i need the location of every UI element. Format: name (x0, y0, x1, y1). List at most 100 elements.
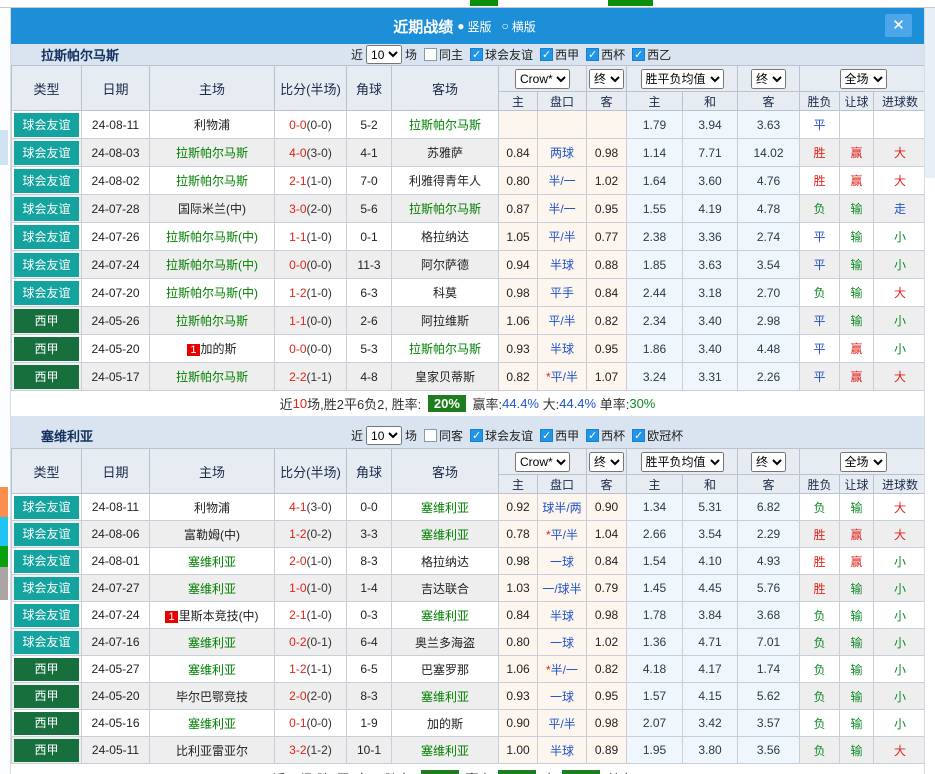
handicap-result-cell: 赢 (840, 139, 874, 167)
radio-horizontal-icon[interactable]: ○ (502, 19, 509, 33)
crow-home-odds-cell: 1.06 (499, 656, 538, 683)
league-checkbox[interactable]: ✓ (540, 48, 553, 61)
league-checkbox[interactable]: ✓ (470, 429, 483, 442)
sub-let: 让球 (840, 475, 874, 494)
date-cell: 24-05-16 (82, 710, 150, 737)
league-label[interactable]: 西杯 (601, 46, 625, 63)
avg-odds-select[interactable]: 胜平负均值 (641, 452, 724, 472)
close-icon[interactable]: ✕ (885, 14, 912, 37)
match-row: 西甲24-05-16塞维利亚0-1(0-0)1-9加的斯0.90平/半0.982… (12, 710, 926, 737)
recent-count-select[interactable]: 10 (366, 426, 402, 445)
avg-draw-cell: 3.94 (683, 111, 738, 139)
match-type-cell: 球会友谊 (12, 223, 82, 251)
home-team-cell: 1加的斯 (150, 335, 275, 363)
final-odds-select[interactable]: 终 (589, 452, 624, 472)
league-label[interactable]: 西甲 (555, 46, 579, 63)
games-label: 场 (405, 46, 417, 63)
corner-cell: 4-8 (347, 363, 392, 391)
final-avg-select[interactable]: 终 (751, 452, 786, 472)
league-label[interactable]: 西甲 (555, 427, 579, 444)
handicap-result-cell: 赢 (840, 167, 874, 195)
avg-away-cell: 2.98 (738, 307, 800, 335)
crow-away-odds-cell: 1.02 (587, 167, 627, 195)
crow-away-odds-cell: 0.84 (587, 548, 627, 575)
score-cell: 0-0(0-0) (275, 251, 347, 279)
league-checkbox[interactable]: ✓ (586, 429, 599, 442)
sub-avg-home: 主 (627, 92, 683, 111)
avg-away-cell: 5.62 (738, 683, 800, 710)
league-checkbox[interactable]: ✓ (632, 429, 645, 442)
same-home-label[interactable]: 同主 (439, 46, 463, 63)
league-label[interactable]: 球会友谊 (485, 46, 533, 63)
league-checkbox[interactable]: ✓ (586, 48, 599, 61)
games-label: 场 (405, 427, 417, 444)
match-type-cell: 球会友谊 (12, 602, 82, 629)
same-away-checkbox[interactable] (424, 429, 437, 442)
away-team-cell: 塞维利亚 (392, 683, 499, 710)
radio-horizontal-label[interactable]: 横版 (512, 18, 536, 35)
corner-cell: 0-1 (347, 223, 392, 251)
match-row: 球会友谊24-08-06富勒姆(中)1-2(0-2)3-3塞维利亚0.78*平/… (12, 521, 926, 548)
result-cell: 负 (800, 683, 840, 710)
radio-vertical-icon[interactable]: ● (457, 19, 464, 33)
crow-home-odds-cell: 0.84 (499, 139, 538, 167)
crow-away-odds-cell: 0.98 (587, 710, 627, 737)
date-cell: 24-07-26 (82, 223, 150, 251)
summary-segment: 单率: (596, 394, 629, 413)
away-team-cell: 苏雅萨 (392, 139, 499, 167)
goals-result-cell: 小 (874, 602, 926, 629)
handicap-result-cell (840, 111, 874, 139)
match-type-cell: 球会友谊 (12, 139, 82, 167)
away-team-cell: 塞维利亚 (392, 737, 499, 764)
result-cell: 胜 (800, 167, 840, 195)
avg-draw-cell: 3.54 (683, 521, 738, 548)
same-away-label[interactable]: 同客 (439, 427, 463, 444)
fulltime-select[interactable]: 全场 (840, 69, 887, 89)
corner-cell: 6-4 (347, 629, 392, 656)
match-row: 西甲24-05-27塞维利亚1-2(1-1)6-5巴塞罗那1.06*半/一0.8… (12, 656, 926, 683)
corner-cell: 0-3 (347, 602, 392, 629)
avg-draw-cell: 3.18 (683, 279, 738, 307)
away-team-cell: 拉斯帕尔马斯 (392, 195, 499, 223)
league-label[interactable]: 西杯 (601, 427, 625, 444)
crow-away-odds-cell: 0.82 (587, 656, 627, 683)
match-row: 西甲24-05-17拉斯帕尔马斯2-2(1-1)4-8皇家贝蒂斯0.82*平/半… (12, 363, 926, 391)
final-avg-select[interactable]: 终 (751, 69, 786, 89)
match-row: 西甲24-05-20毕尔巴鄂竞技2-0(2-0)8-3塞维利亚0.93一球0.9… (12, 683, 926, 710)
crow-away-odds-cell: 1.07 (587, 363, 627, 391)
league-label[interactable]: 球会友谊 (485, 427, 533, 444)
radio-vertical-label[interactable]: 竖版 (467, 18, 491, 35)
league-label[interactable]: 欧冠杯 (647, 427, 683, 444)
avg-home-cell: 1.86 (627, 335, 683, 363)
result-cell: 负 (800, 629, 840, 656)
fulltime-select[interactable]: 全场 (840, 452, 887, 472)
home-team-cell: 国际米兰(中) (150, 195, 275, 223)
away-team-cell: 阿尔萨德 (392, 251, 499, 279)
corner-cell: 5-6 (347, 195, 392, 223)
background-left-strip (0, 8, 10, 774)
crow-home-odds-cell (499, 111, 538, 139)
corner-cell: 6-5 (347, 656, 392, 683)
league-checkbox[interactable]: ✓ (632, 48, 645, 61)
final-odds-select[interactable]: 终 (589, 69, 624, 89)
avg-away-cell: 5.76 (738, 575, 800, 602)
bookmaker-select[interactable]: Crow* (515, 452, 570, 472)
avg-odds-select[interactable]: 胜平负均值 (641, 69, 724, 89)
bookmaker-select[interactable]: Crow* (515, 69, 570, 89)
match-type-cell: 西甲 (12, 335, 82, 363)
match-type-cell: 西甲 (12, 307, 82, 335)
goals-result-cell: 小 (874, 335, 926, 363)
league-checkbox[interactable]: ✓ (470, 48, 483, 61)
home-team-cell: 1里斯本竞技(中) (150, 602, 275, 629)
match-row: 球会友谊24-08-01塞维利亚2-0(1-0)8-3格拉纳达0.98一球0.8… (12, 548, 926, 575)
same-home-checkbox[interactable] (424, 48, 437, 61)
home-team-cell: 利物浦 (150, 111, 275, 139)
league-label[interactable]: 西乙 (647, 46, 671, 63)
match-type-cell: 西甲 (12, 363, 82, 391)
avg-home-cell: 1.79 (627, 111, 683, 139)
handicap-result-cell: 输 (840, 683, 874, 710)
crow-away-odds-cell: 0.77 (587, 223, 627, 251)
recent-count-select[interactable]: 10 (366, 45, 402, 64)
league-checkbox[interactable]: ✓ (540, 429, 553, 442)
background-fragment (0, 487, 8, 517)
